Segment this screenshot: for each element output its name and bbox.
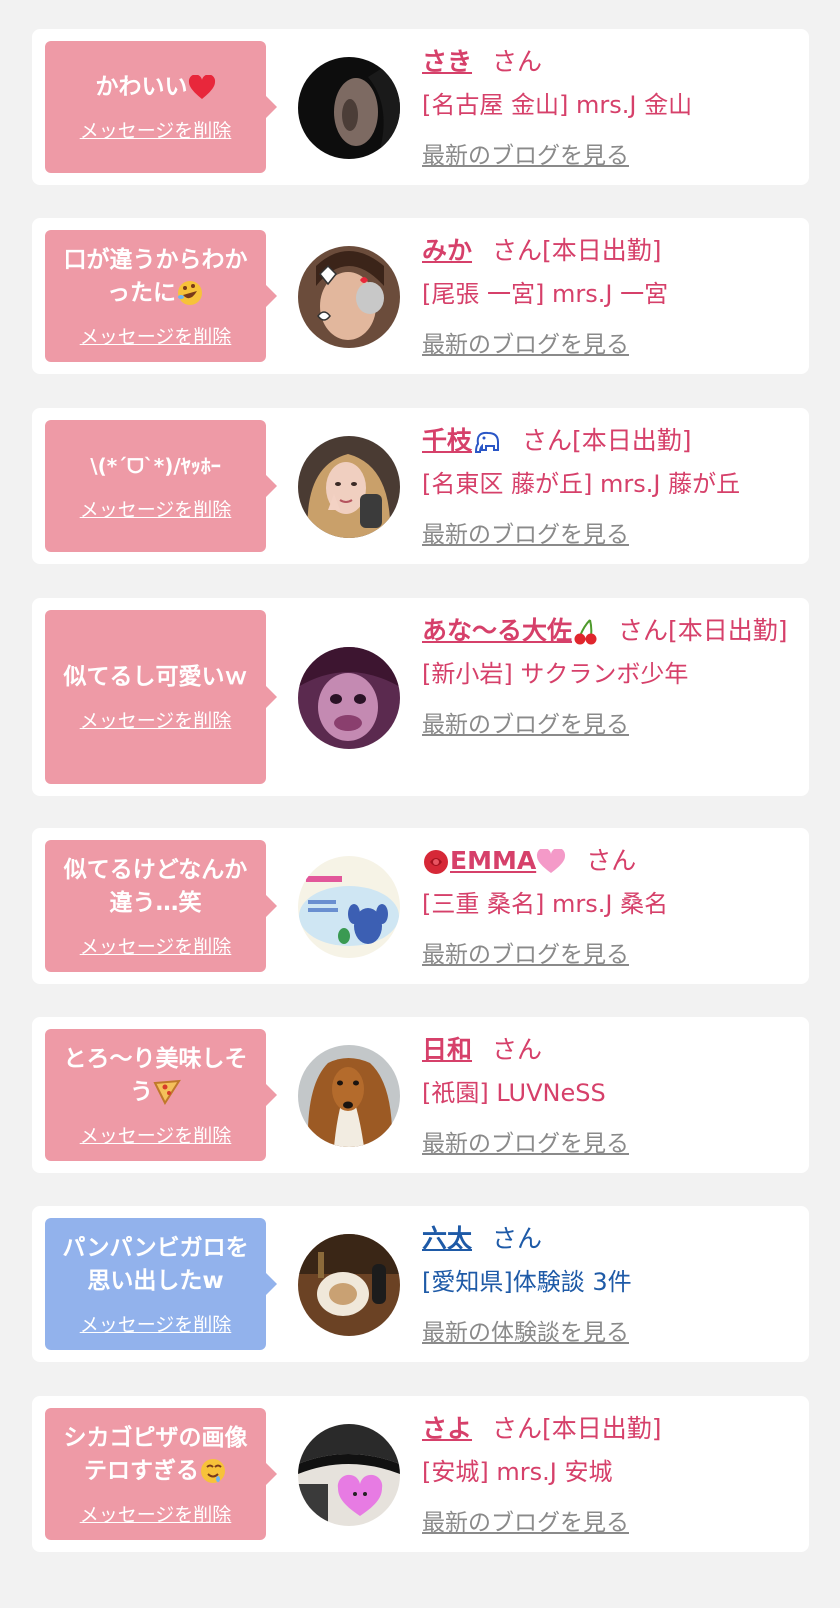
avatar-hat-heart-icon [298,1424,400,1526]
message-card: 口が違うからわかったに メッセージを削除 みか さん[本日出勤] [尾張 一宮] … [32,218,809,374]
latest-blog-link[interactable]: 最新のブログを見る [422,518,629,552]
profile-name-link[interactable]: EMMA [422,846,566,875]
avatar-collie-dog-icon [298,1045,400,1147]
honorific: さん [492,47,543,76]
avatar[interactable] [298,647,400,749]
message-card: かわいい メッセージを削除 さき さん [名古屋 金山] mrs.J 金山 最新の… [32,29,809,185]
profile-name-link[interactable]: あな〜る大佐 [422,616,598,645]
message-card: 似てるけどなんか違う…笑 メッセージを削除 EMMA さん [三重 桑名] mrs… [32,828,809,984]
avatar[interactable] [298,436,400,538]
message-text: 似てるけどなんか違う…笑 [63,856,248,916]
profile-info: あな〜る大佐 さん[本日出勤] [新小岩] サクランボ少年 最新のブログを見る [422,610,794,742]
delete-message-link[interactable]: メッセージを削除 [80,116,232,143]
delete-message-link[interactable]: メッセージを削除 [80,1310,232,1337]
drooling-face-icon [201,1459,225,1483]
avatar[interactable] [298,1045,400,1147]
message-list: かわいい メッセージを削除 さき さん [名古屋 金山] mrs.J 金山 最新の… [0,0,840,1608]
profile-info: みか さん[本日出勤] [尾張 一宮] mrs.J 一宮 最新のブログを見る [422,230,794,362]
message-bubble: とろ〜り美味しそう メッセージを削除 [45,1029,277,1161]
profile-name-link[interactable]: 千枝 [422,426,502,455]
latest-blog-link[interactable]: 最新のブログを見る [422,708,629,742]
message-bubble: 口が違うからわかったに メッセージを削除 [45,230,277,362]
honorific: さん [492,1224,543,1253]
profile-info: EMMA さん [三重 桑名] mrs.J 桑名 最新のブログを見る [422,840,794,972]
message-bubble: 似てるけどなんか違う…笑 メッセージを削除 [45,840,277,972]
rose-emoji-icon [424,850,448,874]
profile-info: 日和 さん [祇園] LUVNeSS 最新のブログを見る [422,1029,794,1161]
avatar[interactable] [298,246,400,348]
latest-blog-link[interactable]: 最新のブログを見る [422,139,629,173]
shop-label: [尾張 一宮] mrs.J 一宮 [422,280,669,308]
latest-blog-link[interactable]: 最新のブログを見る [422,1506,629,1540]
honorific: さん [586,846,637,875]
shop-label: [祇園] LUVNeSS [422,1079,606,1107]
avatar-purple-face-icon [298,647,400,749]
profile-info: 六太 さん [愛知県]体験談 3件 最新の体験談を見る [422,1218,794,1350]
message-card: とろ〜り美味しそう メッセージを削除 日和 さん [祇園] LUVNeSS 最新の… [32,1017,809,1173]
shop-label: [名古屋 金山] mrs.J 金山 [422,91,693,119]
honorific: さん [492,1035,543,1064]
honorific: さん[本日出勤] [522,426,692,455]
delete-message-link[interactable]: メッセージを削除 [80,932,232,959]
delete-message-link[interactable]: メッセージを削除 [80,495,232,522]
profile-name-link[interactable]: さき [422,47,472,76]
avatar-blonde-woman-icon [298,436,400,538]
shop-label: [新小岩] サクランボ少年 [422,660,689,688]
message-bubble: シカゴピザの画像テロすぎる メッセージを削除 [45,1408,277,1540]
heart-icon [188,74,215,99]
delete-message-link[interactable]: メッセージを削除 [80,1500,232,1527]
latest-review-link[interactable]: 最新の体験談を見る [422,1316,629,1350]
avatar[interactable] [298,856,400,958]
message-bubble: 似てるし可愛いｗ メッセージを削除 [45,610,277,784]
shop-label: [愛知県]体験談 3件 [422,1268,632,1296]
avatar[interactable] [298,57,400,159]
message-card: シカゴピザの画像テロすぎる メッセージを削除 さよ さん[本日出勤] [安城] m… [32,1396,809,1552]
message-card: 似てるし可愛いｗ メッセージを削除 あな〜る大佐 さん[本日出勤] [新小岩] サ… [32,598,809,796]
delete-message-link[interactable]: メッセージを削除 [80,1121,232,1148]
message-text: 口が違うからわかったに [63,246,248,306]
message-text: パンパンビガロを思い出したw [62,1234,249,1294]
message-text: かわいい [95,74,188,100]
avatar-selfie-cat-icon [298,246,400,348]
latest-blog-link[interactable]: 最新のブログを見る [422,1127,629,1161]
message-text: \(*´ᗜ`*)/ﾔｯﾎｰ [90,454,221,478]
delete-message-link[interactable]: メッセージを削除 [80,706,232,733]
avatar-food-plate-icon [298,1234,400,1336]
shop-label: [安城] mrs.J 安城 [422,1458,613,1486]
message-bubble: パンパンビガロを思い出したw メッセージを削除 [45,1218,277,1350]
message-card: パンパンビガロを思い出したw メッセージを削除 六太 さん [愛知県]体験談 3件… [32,1206,809,1362]
avatar-ear-dark-icon [298,57,400,159]
elephant-emoji-icon [475,431,500,453]
honorific: さん[本日出勤] [492,236,662,265]
latest-blog-link[interactable]: 最新のブログを見る [422,328,629,362]
shop-label: [名東区 藤が丘] mrs.J 藤が丘 [422,470,741,498]
rofl-emoji-icon [178,281,202,305]
avatar-stitch-icon [298,856,400,958]
profile-info: さよ さん[本日出勤] [安城] mrs.J 安城 最新のブログを見る [422,1408,794,1540]
cherry-emoji-icon [574,619,597,645]
message-bubble: \(*´ᗜ`*)/ﾔｯﾎｰ メッセージを削除 [45,420,277,552]
profile-name-link[interactable]: 六太 [422,1224,472,1253]
latest-blog-link[interactable]: 最新のブログを見る [422,938,629,972]
profile-info: 千枝 さん[本日出勤] [名東区 藤が丘] mrs.J 藤が丘 最新のブログを見る [422,420,794,552]
message-text: 似てるし可愛いｗ [63,664,248,690]
message-bubble: かわいい メッセージを削除 [45,41,277,173]
message-card: \(*´ᗜ`*)/ﾔｯﾎｰ メッセージを削除 千枝 さん[本日出勤] [名東区 藤… [32,408,809,564]
profile-name-link[interactable]: みか [422,236,472,265]
profile-info: さき さん [名古屋 金山] mrs.J 金山 最新のブログを見る [422,41,794,173]
profile-name-link[interactable]: さよ [422,1414,472,1443]
pink-heart-icon [537,849,566,873]
avatar[interactable] [298,1234,400,1336]
profile-name-link[interactable]: 日和 [422,1035,472,1064]
delete-message-link[interactable]: メッセージを削除 [80,322,232,349]
honorific: さん[本日出勤] [618,616,788,645]
honorific: さん[本日出勤] [492,1414,662,1443]
shop-label: [三重 桑名] mrs.J 桑名 [422,890,669,918]
pizza-emoji-icon [153,1079,181,1105]
avatar[interactable] [298,1424,400,1526]
